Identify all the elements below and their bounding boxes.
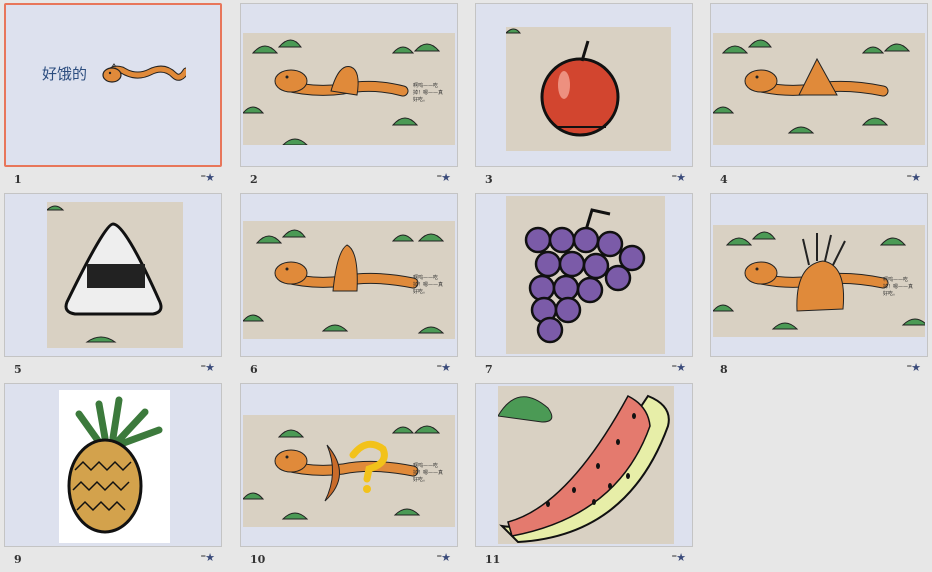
slide-transition-star-icon[interactable]: ⁼★ [906, 361, 921, 374]
snake-icon [102, 63, 186, 83]
slide-number: 6 [250, 363, 258, 376]
slide-title: 好饿的 [42, 65, 88, 83]
slide-transition-star-icon[interactable]: ⁼★ [436, 171, 451, 184]
slide-number: 8 [720, 363, 728, 376]
slide-image [47, 202, 183, 348]
slide-transition-star-icon[interactable]: ⁼★ [671, 361, 686, 374]
slide-image [506, 27, 671, 151]
slide-image: 啊呜——吃掉！嗯——真好吃。 [243, 415, 455, 527]
slide-caption: 啊呜——吃掉！嗯——真好吃。 [413, 83, 444, 103]
slide-transition-star-icon[interactable]: ⁼★ [436, 361, 451, 374]
slide-number: 3 [485, 173, 493, 186]
slide-number: 10 [250, 553, 266, 566]
slide-caption: 啊呜——吃掉！嗯——真好吃。 [413, 275, 444, 295]
slide-number: 2 [250, 173, 258, 186]
slide-caption: 啊呜——吃掉！嗯——真好吃。 [883, 277, 914, 297]
slide-image [498, 386, 674, 544]
slide-image [59, 390, 170, 543]
slide-transition-star-icon[interactable]: ⁼★ [200, 551, 215, 564]
slide-transition-star-icon[interactable]: ⁼★ [671, 551, 686, 564]
slide-number: 9 [14, 553, 22, 566]
slide-number: 7 [485, 363, 493, 376]
slide-number: 5 [14, 363, 22, 376]
slide-transition-star-icon[interactable]: ⁼★ [906, 171, 921, 184]
slide-image [506, 196, 665, 354]
slide-number: 11 [485, 553, 501, 566]
slide-caption: 啊呜——吃掉！嗯——真好吃。 [413, 463, 444, 483]
slide-number: 1 [14, 173, 22, 186]
slide-image: 啊呜——吃掉！嗯——真好吃。 [243, 221, 455, 339]
slide-transition-star-icon[interactable]: ⁼★ [436, 551, 451, 564]
slide-image [713, 33, 925, 145]
slide-image: 啊呜——吃掉！嗯——真好吃。 [243, 33, 455, 145]
slide-image: 啊呜——吃掉！嗯——真好吃。 [713, 225, 925, 337]
slide-number: 4 [720, 173, 728, 186]
slide-transition-star-icon[interactable]: ⁼★ [200, 171, 215, 184]
slide-transition-star-icon[interactable]: ⁼★ [200, 361, 215, 374]
slide-transition-star-icon[interactable]: ⁼★ [671, 171, 686, 184]
